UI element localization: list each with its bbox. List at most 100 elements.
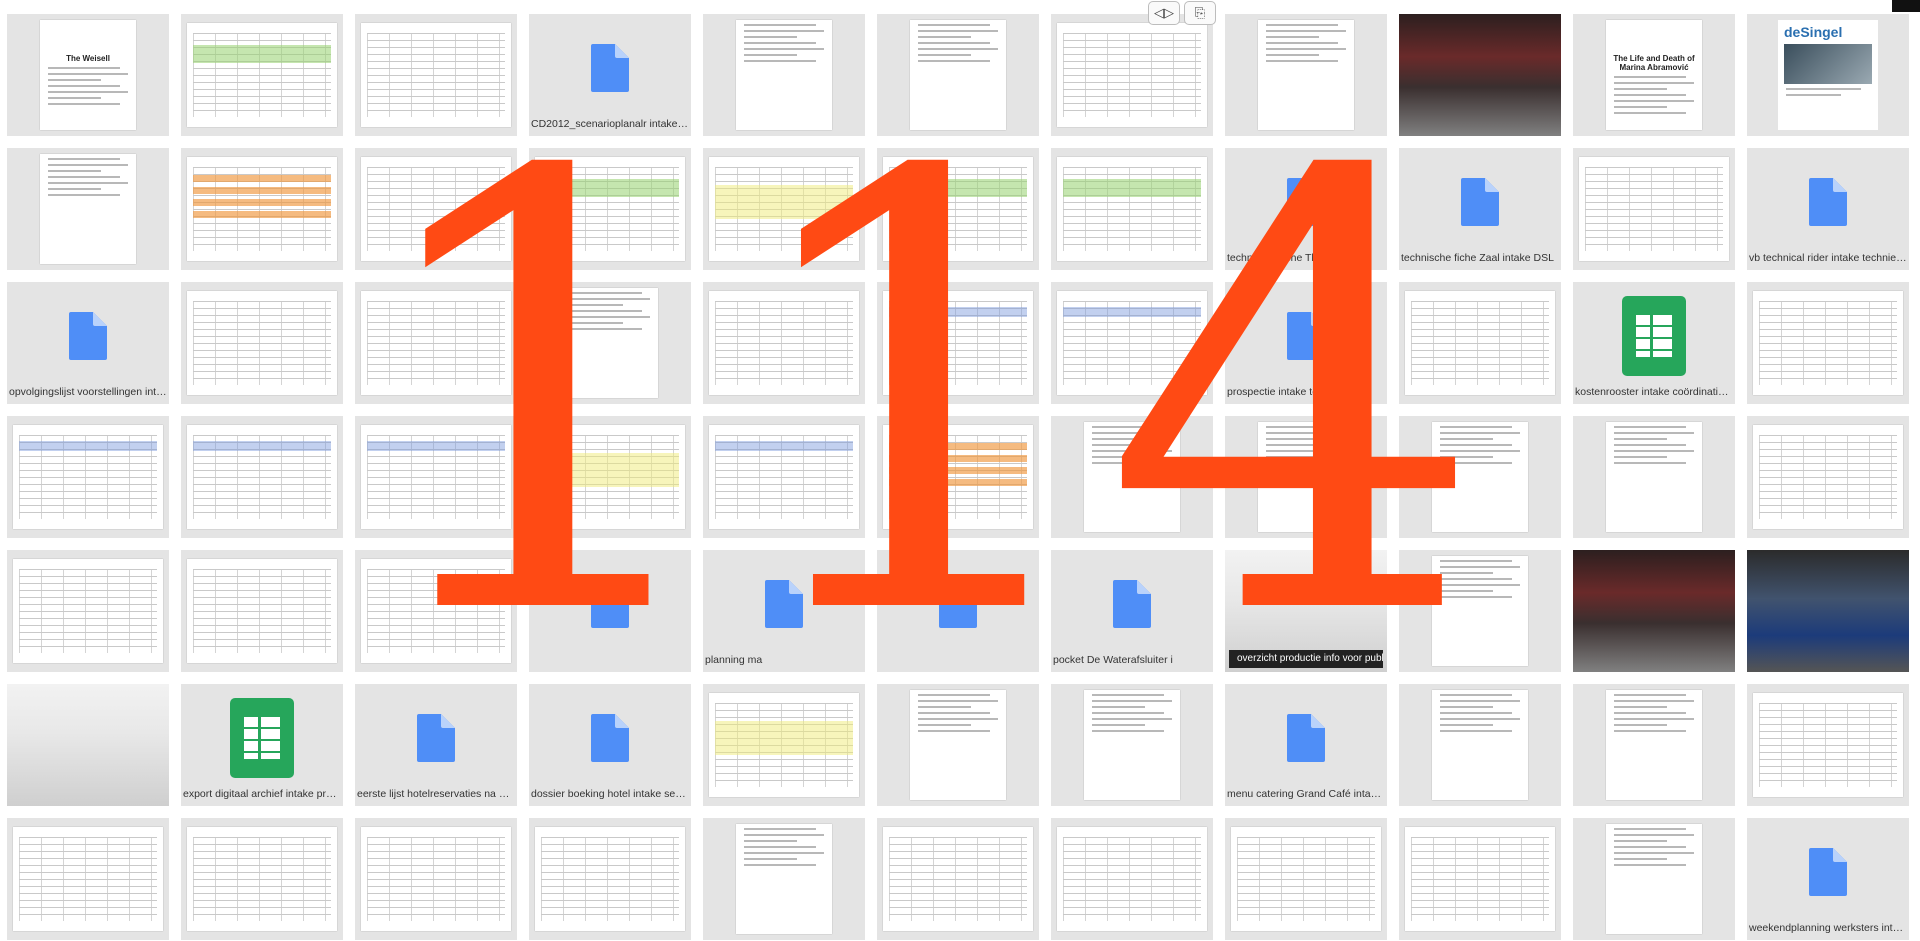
file-tile[interactable] — [529, 148, 691, 270]
file-tile[interactable]: technische fiche Zaal intake DSL — [1399, 148, 1561, 270]
file-tile[interactable] — [355, 818, 517, 940]
file-tile[interactable] — [181, 14, 343, 136]
file-tile[interactable] — [7, 148, 169, 270]
view-toolbar: ◁▷ ⎘ — [1148, 1, 1216, 25]
file-name: kostenrooster intake coördinatie DSL — [1575, 386, 1733, 398]
file-tile[interactable] — [1573, 148, 1735, 270]
file-tile[interactable] — [529, 818, 691, 940]
file-tile[interactable] — [355, 550, 517, 672]
file-tile[interactable]: eerste lijst hotelreservaties na pocket … — [355, 684, 517, 806]
file-tile[interactable]: export digitaal archief intake productie… — [181, 684, 343, 806]
file-tile[interactable]: kostenrooster intake coördinatie DSL — [1573, 282, 1735, 404]
file-tile[interactable] — [529, 416, 691, 538]
file-tile[interactable] — [181, 282, 343, 404]
file-tile[interactable] — [1399, 818, 1561, 940]
magazine-preview: deSingel — [1778, 20, 1878, 130]
file-tile[interactable] — [1225, 14, 1387, 136]
file-tile[interactable] — [703, 416, 865, 538]
document-preview — [1258, 422, 1354, 532]
spreadsheet-preview — [709, 425, 859, 529]
file-tile[interactable] — [355, 416, 517, 538]
file-name: dossier boeking hotel intake secretarias — [531, 788, 689, 800]
file-tile[interactable] — [181, 148, 343, 270]
file-tile[interactable]: The Life and Death of Marina Abramović — [1573, 14, 1735, 136]
document-icon — [69, 311, 107, 360]
spreadsheet-preview — [187, 291, 337, 395]
file-tile[interactable] — [877, 550, 1039, 672]
spreadsheet-preview — [883, 291, 1033, 395]
file-tile[interactable] — [703, 818, 865, 940]
file-tile[interactable] — [1051, 14, 1213, 136]
file-tile[interactable] — [877, 282, 1039, 404]
file-tile[interactable]: vb technical rider intake techniek DSL — [1747, 148, 1909, 270]
file-tile[interactable] — [355, 14, 517, 136]
file-tile[interactable]: pocket De Waterafsluiter i — [1051, 550, 1213, 672]
file-tile[interactable]: The Weisell — [7, 14, 169, 136]
file-tile[interactable] — [7, 684, 169, 806]
document-preview — [1258, 20, 1354, 130]
magazine-title: deSingel — [1784, 24, 1843, 40]
file-tile[interactable]: deSingel — [1747, 14, 1909, 136]
file-tile[interactable] — [1747, 550, 1909, 672]
file-tile[interactable] — [1573, 416, 1735, 538]
spreadsheet-preview — [883, 425, 1033, 529]
file-tile[interactable] — [181, 550, 343, 672]
file-tile[interactable] — [181, 818, 343, 940]
file-tile[interactable] — [7, 818, 169, 940]
file-tile[interactable] — [1399, 416, 1561, 538]
file-tile[interactable] — [877, 416, 1039, 538]
file-tile[interactable] — [7, 550, 169, 672]
file-tile[interactable] — [877, 14, 1039, 136]
file-tile[interactable] — [877, 684, 1039, 806]
file-tile[interactable]: menu catering Grand Café intake muzie — [1225, 684, 1387, 806]
spreadsheet-preview — [361, 291, 511, 395]
spreadsheet-preview — [361, 157, 511, 261]
file-tile[interactable] — [703, 148, 865, 270]
file-tile[interactable] — [1051, 282, 1213, 404]
file-tile[interactable] — [703, 282, 865, 404]
file-tile[interactable] — [1399, 14, 1561, 136]
file-tile[interactable] — [1051, 148, 1213, 270]
document-icon — [1113, 579, 1151, 628]
file-tile[interactable] — [1399, 684, 1561, 806]
file-tile[interactable] — [1573, 550, 1735, 672]
file-tile[interactable] — [1225, 818, 1387, 940]
file-tile[interactable] — [355, 148, 517, 270]
file-tile[interactable] — [529, 550, 691, 672]
file-tile[interactable]: overzicht productie info voor publ — [1225, 550, 1387, 672]
file-tile[interactable] — [1225, 416, 1387, 538]
slideshow-button[interactable]: ◁▷ — [1148, 1, 1180, 25]
file-tile[interactable] — [1747, 416, 1909, 538]
file-tile[interactable] — [1747, 684, 1909, 806]
file-tile[interactable] — [181, 416, 343, 538]
file-tile[interactable] — [877, 148, 1039, 270]
file-tile[interactable] — [1051, 684, 1213, 806]
file-tile[interactable]: dossier boeking hotel intake secretarias — [529, 684, 691, 806]
spreadsheet-preview — [187, 827, 337, 931]
file-tile[interactable] — [703, 14, 865, 136]
file-tile[interactable] — [1051, 416, 1213, 538]
file-tile[interactable]: weekendplanning werksters intake schc — [1747, 818, 1909, 940]
file-tile[interactable]: CD2012_scenarioplanalr intake technie — [529, 14, 691, 136]
file-tile[interactable] — [1399, 282, 1561, 404]
file-tile[interactable] — [1573, 818, 1735, 940]
file-tile[interactable] — [355, 282, 517, 404]
file-name: vb technical rider intake techniek DSL — [1749, 252, 1907, 264]
spreadsheet-preview — [1579, 157, 1729, 261]
file-tile[interactable] — [703, 684, 865, 806]
file-tile[interactable] — [1051, 818, 1213, 940]
file-tile[interactable] — [1399, 550, 1561, 672]
file-tile[interactable] — [529, 282, 691, 404]
file-tile[interactable] — [7, 416, 169, 538]
file-tile[interactable]: prospectie intake techniek DSL — [1225, 282, 1387, 404]
file-tile[interactable] — [877, 818, 1039, 940]
file-tile[interactable]: opvolgingslijst voorstellingen intake te… — [7, 282, 169, 404]
file-tile[interactable] — [1747, 282, 1909, 404]
file-tile[interactable]: technische fiche Theater Stu — [1225, 148, 1387, 270]
share-button[interactable]: ⎘ — [1184, 1, 1216, 25]
spreadsheet-preview — [1753, 425, 1903, 529]
file-tile[interactable] — [1573, 684, 1735, 806]
file-tile[interactable]: planning ma — [703, 550, 865, 672]
document-preview — [1432, 556, 1528, 666]
document-icon — [591, 713, 629, 762]
